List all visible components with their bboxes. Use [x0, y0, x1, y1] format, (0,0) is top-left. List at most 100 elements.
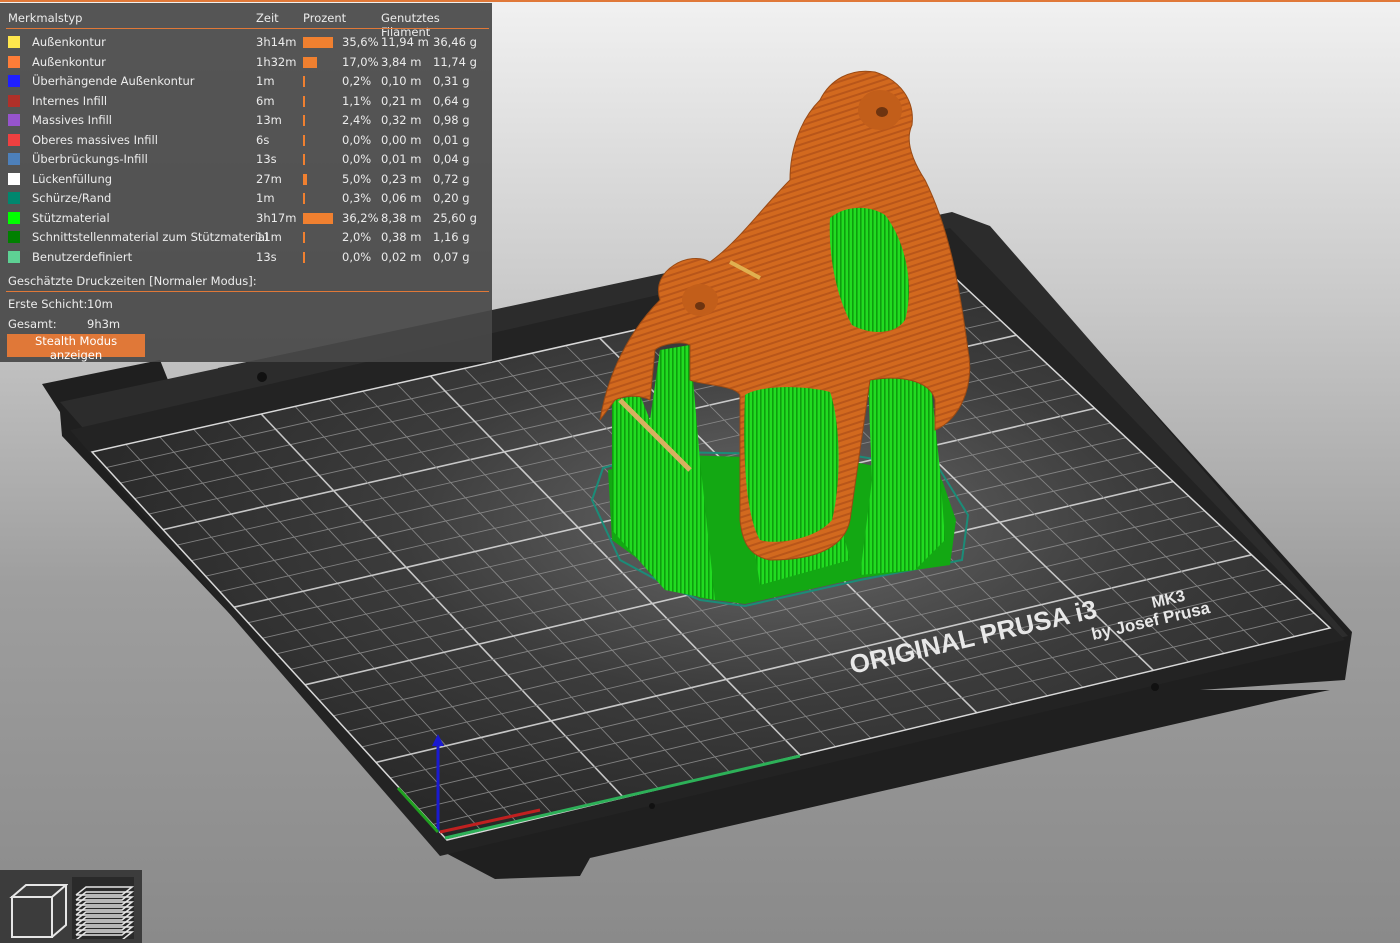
feature-percent: 0,2% — [342, 74, 372, 88]
feature-name: Oberes massives Infill — [32, 132, 158, 147]
feature-time: 6m — [256, 93, 275, 108]
feature-length: 0,06 m — [381, 191, 422, 205]
feature-name: Überhängende Außenkontur — [32, 74, 195, 88]
total-value: 9h3m — [87, 317, 121, 331]
legend-row: Überbrückungs-Infill 13s 0,0% 0,01 m 0,04 g — [0, 149, 492, 168]
legend-row: Schnittstellenmaterial zum Stützmaterial… — [0, 227, 492, 246]
feature-name: Lückenfüllung — [32, 171, 113, 186]
feature-time: 11m — [256, 230, 282, 244]
total-label: Gesamt: — [8, 317, 57, 331]
3d-view-cube-icon[interactable] — [6, 877, 69, 939]
percent-bar — [303, 251, 305, 263]
feature-length: 0,02 m — [381, 249, 422, 264]
feature-time: 13m — [256, 113, 282, 127]
legend-row: Stützmaterial 3h17m 36,2% 8,38 m 25,60 g — [0, 208, 492, 227]
feature-weight: 11,74 g — [433, 54, 477, 69]
feature-weight: 0,31 g — [433, 74, 470, 88]
feature-time: 3h17m — [256, 210, 297, 225]
feature-weight: 0,04 g — [433, 152, 470, 166]
color-swatch — [8, 94, 20, 107]
color-swatch — [8, 192, 20, 204]
feature-time: 3h14m — [256, 35, 297, 49]
feature-weight: 36,46 g — [433, 35, 477, 49]
feature-name: Außenkontur — [32, 35, 106, 49]
feature-time: 13s — [256, 249, 277, 264]
feature-length: 0,38 m — [381, 230, 422, 244]
feature-name: Schnittstellenmaterial zum Stützmaterial — [32, 230, 269, 244]
feature-length: 0,00 m — [381, 132, 422, 147]
feature-name: Überbrückungs-Infill — [32, 152, 148, 166]
legend-row: Überhängende Außenkontur 1m 0,2% 0,10 m 0,31… — [0, 71, 492, 90]
feature-weight: 0,07 g — [433, 249, 470, 264]
feature-weight: 0,98 g — [433, 113, 470, 127]
color-swatch — [8, 114, 20, 126]
feature-percent: 2,4% — [342, 113, 372, 127]
first-layer-label: Erste Schicht: — [8, 297, 88, 311]
stealth-mode-button[interactable]: Stealth Modus anzeigen — [7, 334, 145, 362]
feature-length: 3,84 m — [381, 54, 422, 69]
feature-weight: 1,16 g — [433, 230, 470, 244]
feature-length: 8,38 m — [381, 210, 422, 225]
feature-name: Internes Infill — [32, 93, 108, 108]
feature-percent: 1,1% — [342, 93, 372, 108]
feature-time: 6s — [256, 132, 270, 147]
header-divider — [6, 28, 489, 29]
feature-weight: 0,01 g — [433, 132, 470, 147]
feature-weight: 0,64 g — [433, 93, 470, 108]
feature-time: 13s — [256, 152, 277, 166]
percent-bar — [303, 95, 305, 107]
feature-time: 1h32m — [256, 54, 297, 69]
legend-row: Oberes massives Infill 6s 0,0% 0,00 m 0,01 g — [0, 130, 492, 149]
feature-length: 0,32 m — [381, 113, 422, 127]
color-swatch — [8, 250, 20, 263]
percent-bar — [303, 56, 318, 68]
estimate-divider — [6, 291, 489, 292]
feature-length: 0,10 m — [381, 74, 422, 88]
color-swatch — [8, 153, 20, 165]
color-swatch — [8, 75, 20, 87]
color-swatch — [8, 211, 20, 224]
feature-time: 27m — [256, 171, 282, 186]
percent-bar — [303, 212, 333, 224]
percent-bar — [303, 154, 305, 165]
feature-name: Massives Infill — [32, 113, 112, 127]
percent-bar — [303, 37, 333, 48]
feature-name: Benutzerdefiniert — [32, 249, 133, 264]
feature-percent: 2,0% — [342, 230, 372, 244]
feature-time: 1m — [256, 191, 275, 205]
legend-row: Schürze/Rand 1m 0,3% 0,06 m 0,20 g — [0, 188, 492, 207]
legend-row: Massives Infill 13m 2,4% 0,32 m 0,98 g — [0, 110, 492, 129]
feature-length: 0,01 m — [381, 152, 422, 166]
feature-time: 1m — [256, 74, 275, 88]
header-time: Zeit — [256, 11, 279, 25]
legend-row: Lückenfüllung 27m 5,0% 0,23 m 0,72 g — [0, 169, 492, 188]
accent-line — [0, 0, 1400, 2]
percent-bar — [303, 134, 305, 146]
feature-name: Schürze/Rand — [32, 191, 112, 205]
header-percent: Prozent — [303, 11, 347, 25]
first-layer-value: 10m — [87, 297, 113, 311]
feature-percent: 0,3% — [342, 191, 372, 205]
feature-percent: 5,0% — [342, 171, 372, 186]
feature-name: Außenkontur — [32, 54, 106, 69]
feature-percent: 36,2% — [342, 210, 379, 225]
percent-bar — [303, 76, 305, 87]
percent-bar — [303, 115, 305, 126]
feature-percent: 0,0% — [342, 249, 372, 264]
legend-row: Benutzerdefiniert 13s 0,0% 0,02 m 0,07 g — [0, 247, 492, 266]
feature-weight: 0,20 g — [433, 191, 470, 205]
feature-percent: 0,0% — [342, 152, 372, 166]
feature-percent: 0,0% — [342, 132, 372, 147]
estimate-title: Geschätzte Druckzeiten [Normaler Modus]: — [8, 274, 257, 288]
color-swatch — [8, 231, 20, 243]
percent-bar — [303, 173, 308, 185]
view-toggle — [0, 870, 142, 943]
header-feature-type: Merkmalstyp — [8, 11, 83, 25]
feature-length: 11,94 m — [381, 35, 429, 49]
feature-weight: 25,60 g — [433, 210, 477, 225]
legend-row: Internes Infill 6m 1,1% 0,21 m 0,64 g — [0, 91, 492, 110]
color-swatch — [8, 36, 20, 48]
feature-percent: 17,0% — [342, 54, 379, 69]
feature-percent: 35,6% — [342, 35, 379, 49]
layer-preview-icon[interactable] — [72, 877, 135, 941]
